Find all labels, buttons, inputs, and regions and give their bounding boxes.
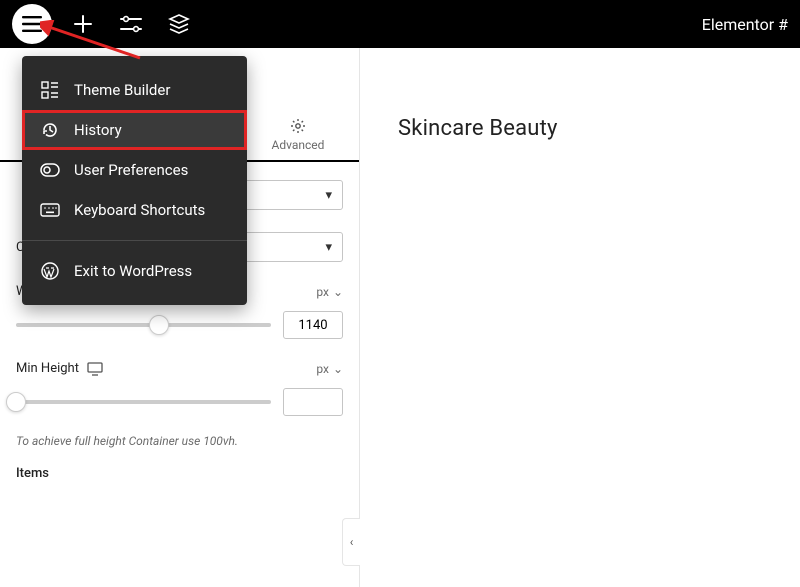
min-height-unit-select[interactable]: px ⌄ xyxy=(316,362,343,376)
min-height-slider-row xyxy=(16,388,343,416)
chevron-down-icon: ▾ xyxy=(325,240,332,255)
panel-collapse-button[interactable]: ‹ xyxy=(342,518,360,566)
chevron-down-icon: ⌄ xyxy=(333,285,343,299)
top-bar: Elementor # xyxy=(0,0,800,48)
chevron-down-icon: ▾ xyxy=(325,188,332,203)
page-breadcrumb: Skincare Beauty xyxy=(398,116,558,141)
height-hint: To achieve full height Container use 100… xyxy=(16,434,343,448)
input-value: 1140 xyxy=(298,318,327,333)
wordpress-icon xyxy=(40,261,60,281)
menu-separator xyxy=(22,240,247,241)
menu-item-label: Keyboard Shortcuts xyxy=(74,201,205,219)
menu-item-label: History xyxy=(74,121,122,139)
menu-item-theme-builder[interactable]: Theme Builder xyxy=(22,70,247,110)
menu-item-user-preferences[interactable]: User Preferences xyxy=(22,150,247,190)
unit-value: px xyxy=(316,362,329,376)
preview-canvas[interactable]: Skincare Beauty Ele Ad He xyxy=(360,48,800,587)
slider-thumb[interactable] xyxy=(149,315,169,335)
keyboard-icon xyxy=(40,200,60,220)
unit-value: px xyxy=(316,285,329,299)
menu-item-label: User Preferences xyxy=(74,161,188,179)
min-height-slider[interactable] xyxy=(16,400,271,404)
structure-button[interactable] xyxy=(164,14,194,34)
add-widget-button[interactable] xyxy=(68,14,98,34)
menu-item-history[interactable]: History xyxy=(22,110,247,150)
width-slider-row: 1140 xyxy=(16,311,343,339)
hamburger-icon xyxy=(22,16,42,32)
min-height-input[interactable] xyxy=(283,388,343,416)
tab-advanced[interactable]: Advanced xyxy=(253,118,343,152)
chevron-left-icon: ‹ xyxy=(350,535,354,549)
theme-builder-icon xyxy=(40,80,60,100)
main-menu-dropdown: Theme Builder History User Preferences K… xyxy=(22,56,247,305)
min-height-label: Min Height xyxy=(16,361,79,376)
hamburger-menu-button[interactable] xyxy=(12,4,52,44)
width-input[interactable]: 1140 xyxy=(283,311,343,339)
menu-item-label: Exit to WordPress xyxy=(74,262,192,280)
desktop-icon[interactable] xyxy=(87,362,103,376)
toggle-icon xyxy=(40,160,60,180)
sliders-icon xyxy=(120,15,142,33)
width-unit-select[interactable]: px ⌄ xyxy=(316,285,343,299)
layers-icon xyxy=(168,14,190,34)
width-slider[interactable] xyxy=(16,323,271,327)
menu-item-label: Theme Builder xyxy=(74,81,170,99)
page-title: Elementor # xyxy=(702,15,788,34)
menu-item-exit-wordpress[interactable]: Exit to WordPress xyxy=(22,251,247,291)
chevron-down-icon: ⌄ xyxy=(333,362,343,376)
site-settings-button[interactable] xyxy=(116,15,146,33)
slider-thumb[interactable] xyxy=(6,392,26,412)
control-min-height: Min Height px ⌄ xyxy=(16,361,343,376)
tab-label: Advanced xyxy=(272,138,325,152)
history-icon xyxy=(40,120,60,140)
menu-item-keyboard-shortcuts[interactable]: Keyboard Shortcuts xyxy=(22,190,247,230)
plus-icon xyxy=(73,14,93,34)
gear-icon xyxy=(290,118,306,134)
items-section-label: Items xyxy=(16,466,343,481)
